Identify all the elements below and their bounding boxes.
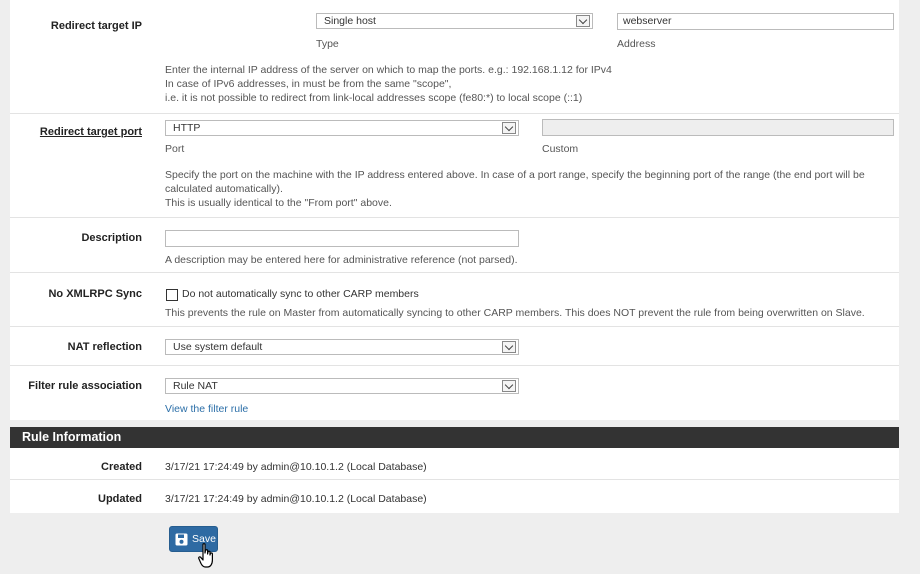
- filter-rule-label: Filter rule association: [28, 380, 142, 392]
- redirect-ip-address-input[interactable]: webserver: [617, 13, 894, 30]
- row-redirect-target-ip: Redirect target IP Single host Type webs…: [10, 0, 899, 114]
- rule-information-header: Rule Information: [10, 427, 899, 448]
- filter-rule-select[interactable]: Rule NAT: [165, 378, 519, 394]
- redirect-ip-help-1: Enter the internal IP address of the ser…: [165, 64, 612, 76]
- redirect-port-caption: Port: [165, 143, 185, 155]
- chevron-down-icon: [502, 341, 516, 353]
- redirect-ip-label: Redirect target IP: [50, 20, 142, 32]
- row-created: Created 3/17/21 17:24:49 by admin@10.10.…: [10, 448, 899, 480]
- row-no-xmlrpc-sync: No XMLRPC Sync Do not automatically sync…: [10, 273, 899, 327]
- no-xmlrpc-checkbox[interactable]: [166, 289, 178, 301]
- redirect-ip-type-select[interactable]: Single host: [316, 13, 593, 29]
- row-redirect-target-port: Redirect target port HTTP Port Custom Sp…: [10, 114, 899, 218]
- view-filter-rule-link[interactable]: View the filter rule: [165, 402, 248, 416]
- redirect-ip-type-value: Single host: [324, 15, 376, 27]
- nat-rule-form: Redirect target IP Single host Type webs…: [10, 0, 899, 420]
- created-value: 3/17/21 17:24:49 by admin@10.10.1.2 (Loc…: [165, 461, 427, 473]
- row-updated: Updated 3/17/21 17:24:49 by admin@10.10.…: [10, 480, 899, 513]
- nat-reflection-value: Use system default: [173, 341, 263, 353]
- redirect-ip-help-3: i.e. it is not possible to redirect from…: [165, 92, 583, 104]
- created-label: Created: [101, 461, 142, 473]
- redirect-ip-address-caption: Address: [617, 38, 656, 50]
- redirect-port-custom-caption: Custom: [542, 143, 579, 155]
- redirect-port-help-3: This is usually identical to the "From p…: [165, 197, 392, 209]
- row-description: Description A description may be entered…: [10, 218, 899, 273]
- no-xmlrpc-help: This prevents the rule on Master from au…: [165, 307, 865, 319]
- save-icon: [175, 533, 188, 546]
- row-filter-rule-association: Filter rule association Rule NAT View th…: [10, 366, 899, 420]
- no-xmlrpc-checkbox-label[interactable]: Do not automatically sync to other CARP …: [182, 287, 419, 301]
- chevron-down-icon: [576, 15, 590, 27]
- redirect-port-label[interactable]: Redirect target port: [40, 126, 142, 138]
- redirect-ip-help-2: In case of IPv6 addresses, in must be fr…: [165, 78, 452, 90]
- redirect-port-value: HTTP: [173, 122, 201, 134]
- hand-cursor-icon: [198, 543, 213, 568]
- no-xmlrpc-label: No XMLRPC Sync: [48, 288, 142, 300]
- chevron-down-icon: [502, 122, 516, 134]
- nat-reflection-label: NAT reflection: [67, 341, 142, 353]
- description-input[interactable]: [165, 230, 519, 247]
- redirect-ip-type-caption: Type: [316, 38, 339, 50]
- nat-reflection-select[interactable]: Use system default: [165, 339, 519, 355]
- rule-information-panel: Created 3/17/21 17:24:49 by admin@10.10.…: [10, 448, 899, 513]
- description-help: A description may be entered here for ad…: [165, 254, 518, 266]
- chevron-down-icon: [502, 380, 516, 392]
- updated-value: 3/17/21 17:24:49 by admin@10.10.1.2 (Loc…: [165, 493, 427, 505]
- redirect-port-help-2: calculated automatically).: [165, 183, 283, 195]
- rule-information-title: Rule Information: [22, 430, 122, 444]
- redirect-port-custom-input[interactable]: [542, 119, 894, 136]
- row-nat-reflection: NAT reflection Use system default: [10, 327, 899, 366]
- filter-rule-value: Rule NAT: [173, 380, 218, 392]
- redirect-port-help-1: Specify the port on the machine with the…: [165, 169, 865, 181]
- description-label: Description: [81, 232, 142, 244]
- updated-label: Updated: [98, 493, 142, 505]
- redirect-port-select[interactable]: HTTP: [165, 120, 519, 136]
